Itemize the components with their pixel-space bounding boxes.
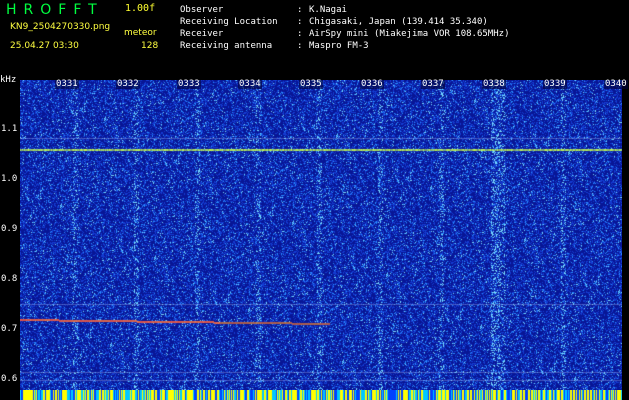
- spectrogram: [20, 80, 622, 390]
- info-location-value: Chigasaki, Japan (139.414 35.340): [309, 17, 488, 27]
- time-tick-0335: 0335: [299, 79, 323, 89]
- info-antenna-label: Receiving antenna: [180, 41, 273, 51]
- time-tick-0340: 0340: [604, 79, 628, 89]
- y-axis-unit: kHz: [0, 75, 17, 85]
- y-tick-1.0: 1.0: [1, 174, 18, 184]
- info-receiver-value: AirSpy mini (Miakejima VOR 108.65MHz): [309, 29, 510, 39]
- info-antenna-colon: :: [297, 41, 303, 51]
- header-panel: HROFFT 1.00f KN9_2504270330.png meteor 2…: [0, 0, 629, 74]
- info-location-label: Receiving Location: [180, 17, 278, 27]
- date-time: 25.04.27 03:30: [10, 41, 79, 51]
- time-tick-0338: 0338: [482, 79, 506, 89]
- time-tick-0334: 0334: [238, 79, 262, 89]
- file-name: KN9_2504270330.png: [10, 22, 111, 32]
- bottom-level-bar: [20, 390, 622, 400]
- app-version: 1.00f: [125, 3, 156, 14]
- info-observer-label: Observer: [180, 5, 224, 15]
- time-tick-0331: 0331: [55, 79, 79, 89]
- y-tick-0.8: 0.8: [1, 274, 18, 284]
- time-tick-0339: 0339: [543, 79, 567, 89]
- y-tick-0.7: 0.7: [1, 324, 18, 334]
- info-observer-colon: :: [297, 5, 303, 15]
- y-tick-1.1: 1.1: [1, 124, 18, 134]
- y-axis: [0, 74, 20, 400]
- time-tick-0332: 0332: [116, 79, 140, 89]
- info-receiver-label: Receiver: [180, 29, 224, 39]
- mode-label: meteor: [124, 28, 157, 38]
- y-tick-0.9: 0.9: [1, 224, 18, 234]
- app-logo: HROFFT: [6, 2, 104, 18]
- info-location-colon: :: [297, 17, 303, 27]
- info-antenna-value: Maspro FM-3: [309, 41, 369, 51]
- y-tick-0.6: 0.6: [1, 374, 18, 384]
- time-tick-0337: 0337: [421, 79, 445, 89]
- info-receiver-colon: :: [297, 29, 303, 39]
- info-observer-value: K.Nagai: [309, 5, 347, 15]
- time-tick-0336: 0336: [360, 79, 384, 89]
- frame-count: 128: [141, 41, 159, 51]
- time-tick-0333: 0333: [177, 79, 201, 89]
